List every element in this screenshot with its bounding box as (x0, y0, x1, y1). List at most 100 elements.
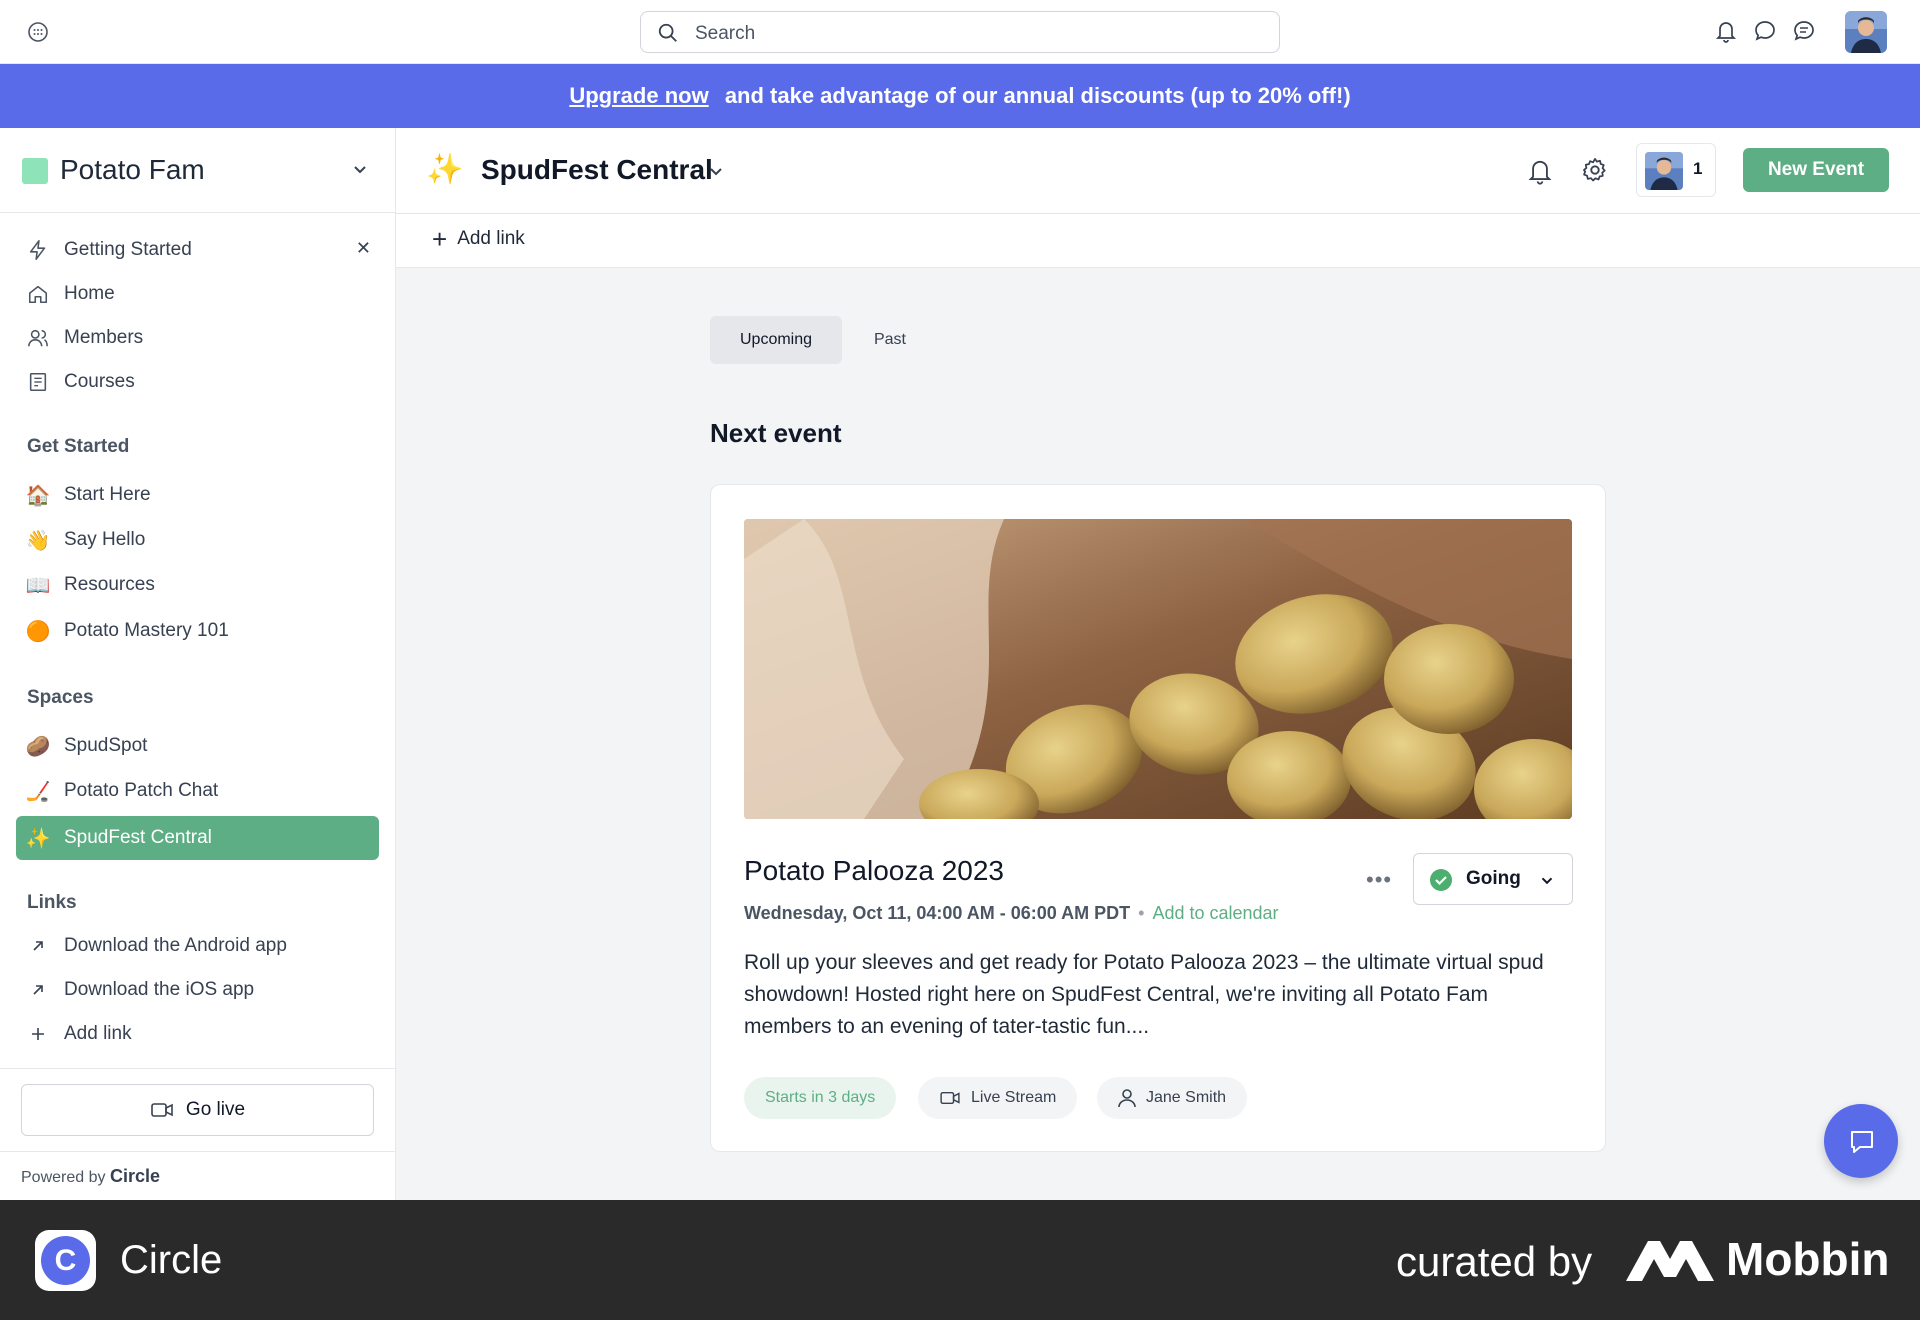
add-link-label: Add link (457, 228, 525, 249)
sidebar-item-label: Say Hello (64, 529, 146, 550)
sidebar-item-potato-mastery[interactable]: 🟠 Potato Mastery 101 (26, 613, 371, 649)
event-card[interactable]: Potato Palooza 2023 ••• Going Wednesday,… (710, 484, 1606, 1152)
sidebar-item-label: Potato Mastery 101 (64, 620, 229, 641)
circle-app-icon: C (35, 1230, 96, 1291)
gear-icon[interactable] (1581, 156, 1609, 189)
close-icon[interactable]: ✕ (356, 238, 371, 259)
member-count: 1 (1693, 159, 1703, 178)
bell-icon[interactable] (1526, 156, 1554, 191)
sidebar-item-label: Resources (64, 574, 155, 595)
tab-upcoming[interactable]: Upcoming (710, 316, 842, 364)
member-avatar (1645, 152, 1683, 190)
messages-icon[interactable] (1753, 18, 1777, 49)
top-bar: Search (0, 0, 1920, 64)
sidebar-item-label: Getting Started (64, 239, 192, 260)
section-title-get-started[interactable]: Get Started (27, 436, 129, 458)
wave-emoji-icon: 👋 (25, 529, 51, 552)
plus-icon: + (432, 224, 448, 254)
community-name: Potato Fam (60, 154, 205, 185)
chat-bubble-icon (1851, 1131, 1873, 1153)
hockey-emoji-icon: 🏒 (25, 780, 51, 803)
search-placeholder: Search (695, 23, 756, 44)
sidebar-item-label: Download the Android app (64, 935, 287, 956)
book-emoji-icon: 📖 (25, 574, 51, 597)
event-date: Wednesday, Oct 11, 04:00 AM - 06:00 AM P… (744, 903, 1131, 923)
members-icon (26, 326, 50, 350)
rsvp-label: Going (1466, 868, 1521, 889)
members-button[interactable]: 1 (1636, 143, 1716, 197)
more-options-icon[interactable]: ••• (1366, 867, 1392, 893)
footer: C Circle curated by Mobbin (0, 1200, 1920, 1320)
sidebar-item-resources[interactable]: 📖 Resources (26, 567, 371, 603)
sidebar-item-label: Home (64, 283, 115, 304)
sidebar-link-android[interactable]: Download the Android app (26, 928, 371, 964)
upgrade-banner: Upgrade now and take advantage of our an… (0, 64, 1920, 128)
rsvp-dropdown[interactable]: Going (1413, 853, 1573, 905)
external-link-arrow-icon (26, 934, 50, 958)
sidebar-item-label: SpudFest Central (64, 827, 212, 848)
add-link-button[interactable]: + Add link (432, 224, 525, 254)
tab-past[interactable]: Past (842, 316, 938, 364)
upgrade-link[interactable]: Upgrade now (569, 83, 708, 108)
sidebar-item-potato-patch-chat[interactable]: 🏒 Potato Patch Chat (26, 773, 371, 809)
starts-in-label: Starts in 3 days (765, 1089, 876, 1106)
search-bar[interactable]: Search (640, 11, 1280, 53)
video-camera-icon (940, 1091, 960, 1105)
chat-threads-icon[interactable] (1792, 18, 1816, 49)
sidebar-item-label: SpudSpot (64, 735, 148, 756)
space-header: ✨ SpudFest Central 1 New Event (396, 128, 1920, 214)
section-title-links[interactable]: Links (27, 892, 77, 914)
chevron-down-icon (350, 160, 370, 185)
add-to-calendar-link[interactable]: Add to calendar (1152, 903, 1278, 923)
mobbin-wordmark: Mobbin (1726, 1233, 1890, 1285)
event-cover-image[interactable] (744, 519, 1572, 819)
event-description: Roll up your sleeves and get ready for P… (744, 951, 1544, 1038)
check-circle-icon (1430, 869, 1452, 891)
event-title[interactable]: Potato Palooza 2023 (744, 855, 1004, 887)
sidebar-item-spudfest-central[interactable]: ✨ SpudFest Central (16, 816, 379, 860)
sidebar-item-spudspot[interactable]: 🥔 SpudSpot (26, 728, 371, 764)
event-type-label: Live Stream (971, 1089, 1057, 1106)
go-live-button[interactable]: Go live (21, 1084, 374, 1136)
sidebar-item-getting-started[interactable]: Getting Started ✕ (26, 232, 371, 268)
separator-dot: • (1138, 903, 1145, 923)
plus-icon (26, 1022, 50, 1046)
chat-launcher-button[interactable] (1824, 1104, 1898, 1178)
sparkles-emoji-icon: ✨ (25, 827, 51, 850)
sidebar-item-start-here[interactable]: 🏠 Start Here (26, 477, 371, 513)
sidebar-item-label: Members (64, 327, 144, 348)
event-date-row: Wednesday, Oct 11, 04:00 AM - 06:00 AM P… (744, 903, 1279, 924)
community-menu-icon[interactable] (26, 20, 50, 44)
sidebar: Potato Fam Getting Started ✕ Home Member… (0, 128, 396, 1200)
notifications-icon[interactable] (1714, 18, 1738, 49)
sidebar-item-say-hello[interactable]: 👋 Say Hello (26, 522, 371, 558)
sidebar-item-label: Add link (64, 1023, 132, 1044)
sidebar-link-ios[interactable]: Download the iOS app (26, 972, 371, 1008)
sidebar-item-courses[interactable]: Courses (26, 364, 371, 400)
space-title[interactable]: SpudFest Central (481, 154, 713, 186)
community-logo (22, 158, 48, 184)
user-avatar[interactable] (1845, 11, 1887, 53)
host-badge[interactable]: Jane Smith (1097, 1077, 1248, 1119)
sidebar-item-label: Start Here (64, 484, 151, 505)
powered-by[interactable]: Powered by Circle (21, 1166, 160, 1187)
chevron-down-icon[interactable] (706, 162, 726, 187)
space-emoji-icon: ✨ (426, 153, 464, 186)
sidebar-item-members[interactable]: Members (26, 320, 371, 356)
app-name: Circle (120, 1238, 223, 1282)
courses-icon (26, 370, 50, 394)
sidebar-item-home[interactable]: Home (26, 276, 371, 312)
video-camera-icon (151, 1103, 173, 1117)
community-switcher[interactable]: Potato Fam (0, 128, 395, 213)
host-name: Jane Smith (1146, 1089, 1227, 1106)
powered-by-text: Powered by (21, 1169, 106, 1186)
go-live-section: Go live (0, 1068, 395, 1152)
mobbin-logo: Mobbin (1626, 1232, 1890, 1286)
sidebar-add-link[interactable]: Add link (26, 1016, 371, 1052)
sidebar-item-label: Potato Patch Chat (64, 780, 219, 801)
starts-in-badge: Starts in 3 days (744, 1077, 897, 1119)
external-link-arrow-icon (26, 978, 50, 1002)
new-event-button[interactable]: New Event (1743, 148, 1889, 192)
go-live-label: Go live (185, 1099, 246, 1120)
section-title-spaces[interactable]: Spaces (27, 687, 94, 709)
